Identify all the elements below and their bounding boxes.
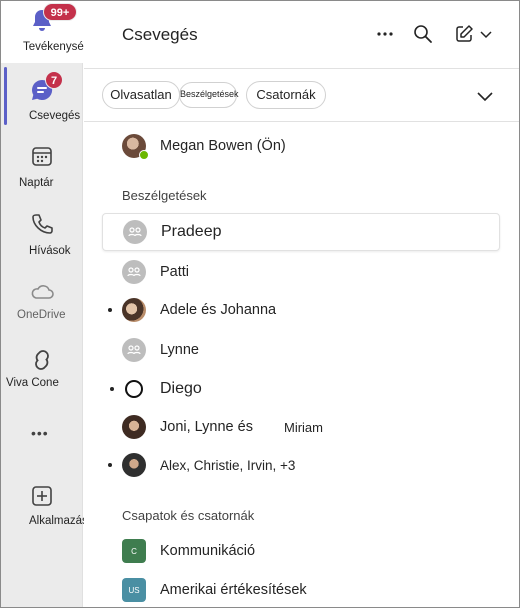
chat-name: Adele és Johanna <box>160 302 277 318</box>
more-apps-button[interactable]: ••• <box>1 421 83 451</box>
list-item[interactable]: Lynne <box>102 332 500 370</box>
rail-label-viva: Viva Cone <box>6 377 59 389</box>
list-item-self[interactable]: Megan Bowen (Ön) <box>102 128 500 166</box>
filter-channels[interactable]: Csatornák <box>246 81 326 109</box>
chat-badge: 7 <box>45 71 63 89</box>
avatar <box>122 415 146 439</box>
unread-dot <box>108 463 112 467</box>
filter-conversations[interactable]: Beszélgetések <box>179 82 239 108</box>
add-apps-icon <box>32 486 52 506</box>
page-title: Csevegés <box>122 25 198 44</box>
avatar <box>125 380 143 398</box>
chevron-down-icon <box>477 92 493 102</box>
group-avatar-icon <box>123 220 147 244</box>
rail-label-chat: Csevegés <box>29 110 81 122</box>
unread-dot <box>108 308 112 312</box>
rail-label-activity: Tevékenység <box>23 41 91 53</box>
rail-item-viva[interactable]: Viva Cone <box>1 341 83 399</box>
list-item[interactable]: Adele és Johanna <box>102 292 500 330</box>
calendar-icon <box>32 147 52 166</box>
chat-name: Lynne <box>160 342 199 358</box>
chat-name: Joni, Lynne és <box>160 419 253 435</box>
chat-name: Patti <box>160 264 190 280</box>
rail-label-calendar: Naptár <box>19 177 54 189</box>
more-options-button[interactable] <box>372 21 398 47</box>
chat-list: Megan Bowen (Ön) Beszélgetések Pradeep P… <box>84 122 519 607</box>
search-button[interactable] <box>410 21 436 47</box>
phone-icon <box>32 214 53 234</box>
list-item[interactable]: Alex, Christie, Irvin, +3 <box>102 447 500 485</box>
rail-label-onedrive: OneDrive <box>17 309 66 321</box>
section-header-teams: Csapatok és csatornák <box>122 508 255 523</box>
rail-item-calls[interactable]: Hívások <box>1 205 83 263</box>
list-item[interactable]: C Kommunikáció <box>102 533 500 571</box>
rail-item-calendar[interactable]: Naptár <box>1 137 83 195</box>
activity-badge: 99+ <box>43 3 77 21</box>
app-window: 99+ Tevékenység 7 Csevegés Naptár Híváso… <box>0 0 520 608</box>
more-icon: ••• <box>31 425 49 441</box>
chat-name: Megan Bowen (Ön) <box>160 138 286 154</box>
viva-connections-icon <box>35 350 49 370</box>
chat-name-extra: Miriam <box>284 420 323 435</box>
chat-header: Csevegés <box>84 1 519 69</box>
new-chat-button[interactable] <box>450 21 496 47</box>
list-item[interactable]: Joni, Lynne és Miriam <box>102 409 500 447</box>
search-icon <box>414 25 432 43</box>
team-name: Kommunikáció <box>160 543 256 559</box>
avatar <box>122 453 146 477</box>
app-rail: 99+ Tevékenység 7 Csevegés Naptár Híváso… <box>1 1 100 607</box>
chevron-down-icon <box>480 31 492 39</box>
rail-item-activity[interactable]: 99+ Tevékenység <box>1 1 90 63</box>
avatar <box>122 298 146 322</box>
rail-item-chat[interactable]: 7 Csevegés <box>1 63 83 129</box>
chat-name: Pradeep <box>161 223 222 240</box>
rail-item-apps[interactable]: Alkalmazások <box>1 477 100 537</box>
rail-item-onedrive[interactable]: OneDrive <box>1 273 83 331</box>
group-avatar-icon <box>122 338 146 362</box>
group-avatar-icon <box>122 260 146 284</box>
expand-filters-button[interactable] <box>472 83 498 109</box>
list-item[interactable]: Patti <box>102 254 500 292</box>
team-avatar: C <box>122 539 146 563</box>
filter-unread[interactable]: Olvasatlan <box>102 81 180 109</box>
list-item[interactable]: US Amerikai értékesítések <box>102 572 500 607</box>
team-avatar: US <box>122 578 146 602</box>
chat-panel: Csevegés Olvasatlan Beszélgetések Csator… <box>84 1 519 607</box>
unread-dot <box>110 387 114 391</box>
ellipsis-icon <box>377 32 393 36</box>
team-name: Amerikai értékesítések <box>160 582 307 598</box>
filter-bar: Olvasatlan Beszélgetések Csatornák <box>84 70 519 122</box>
rail-label-calls: Hívások <box>29 245 71 257</box>
chat-name: Alex, Christie, Irvin, +3 <box>160 458 296 473</box>
compose-icon <box>456 25 473 42</box>
cloud-icon <box>31 285 54 299</box>
list-item[interactable]: Diego <box>102 371 500 409</box>
presence-available-icon <box>139 150 149 160</box>
chat-name: Diego <box>160 380 202 397</box>
section-header-conversations: Beszélgetések <box>122 188 207 203</box>
list-item[interactable]: Pradeep <box>102 213 500 251</box>
